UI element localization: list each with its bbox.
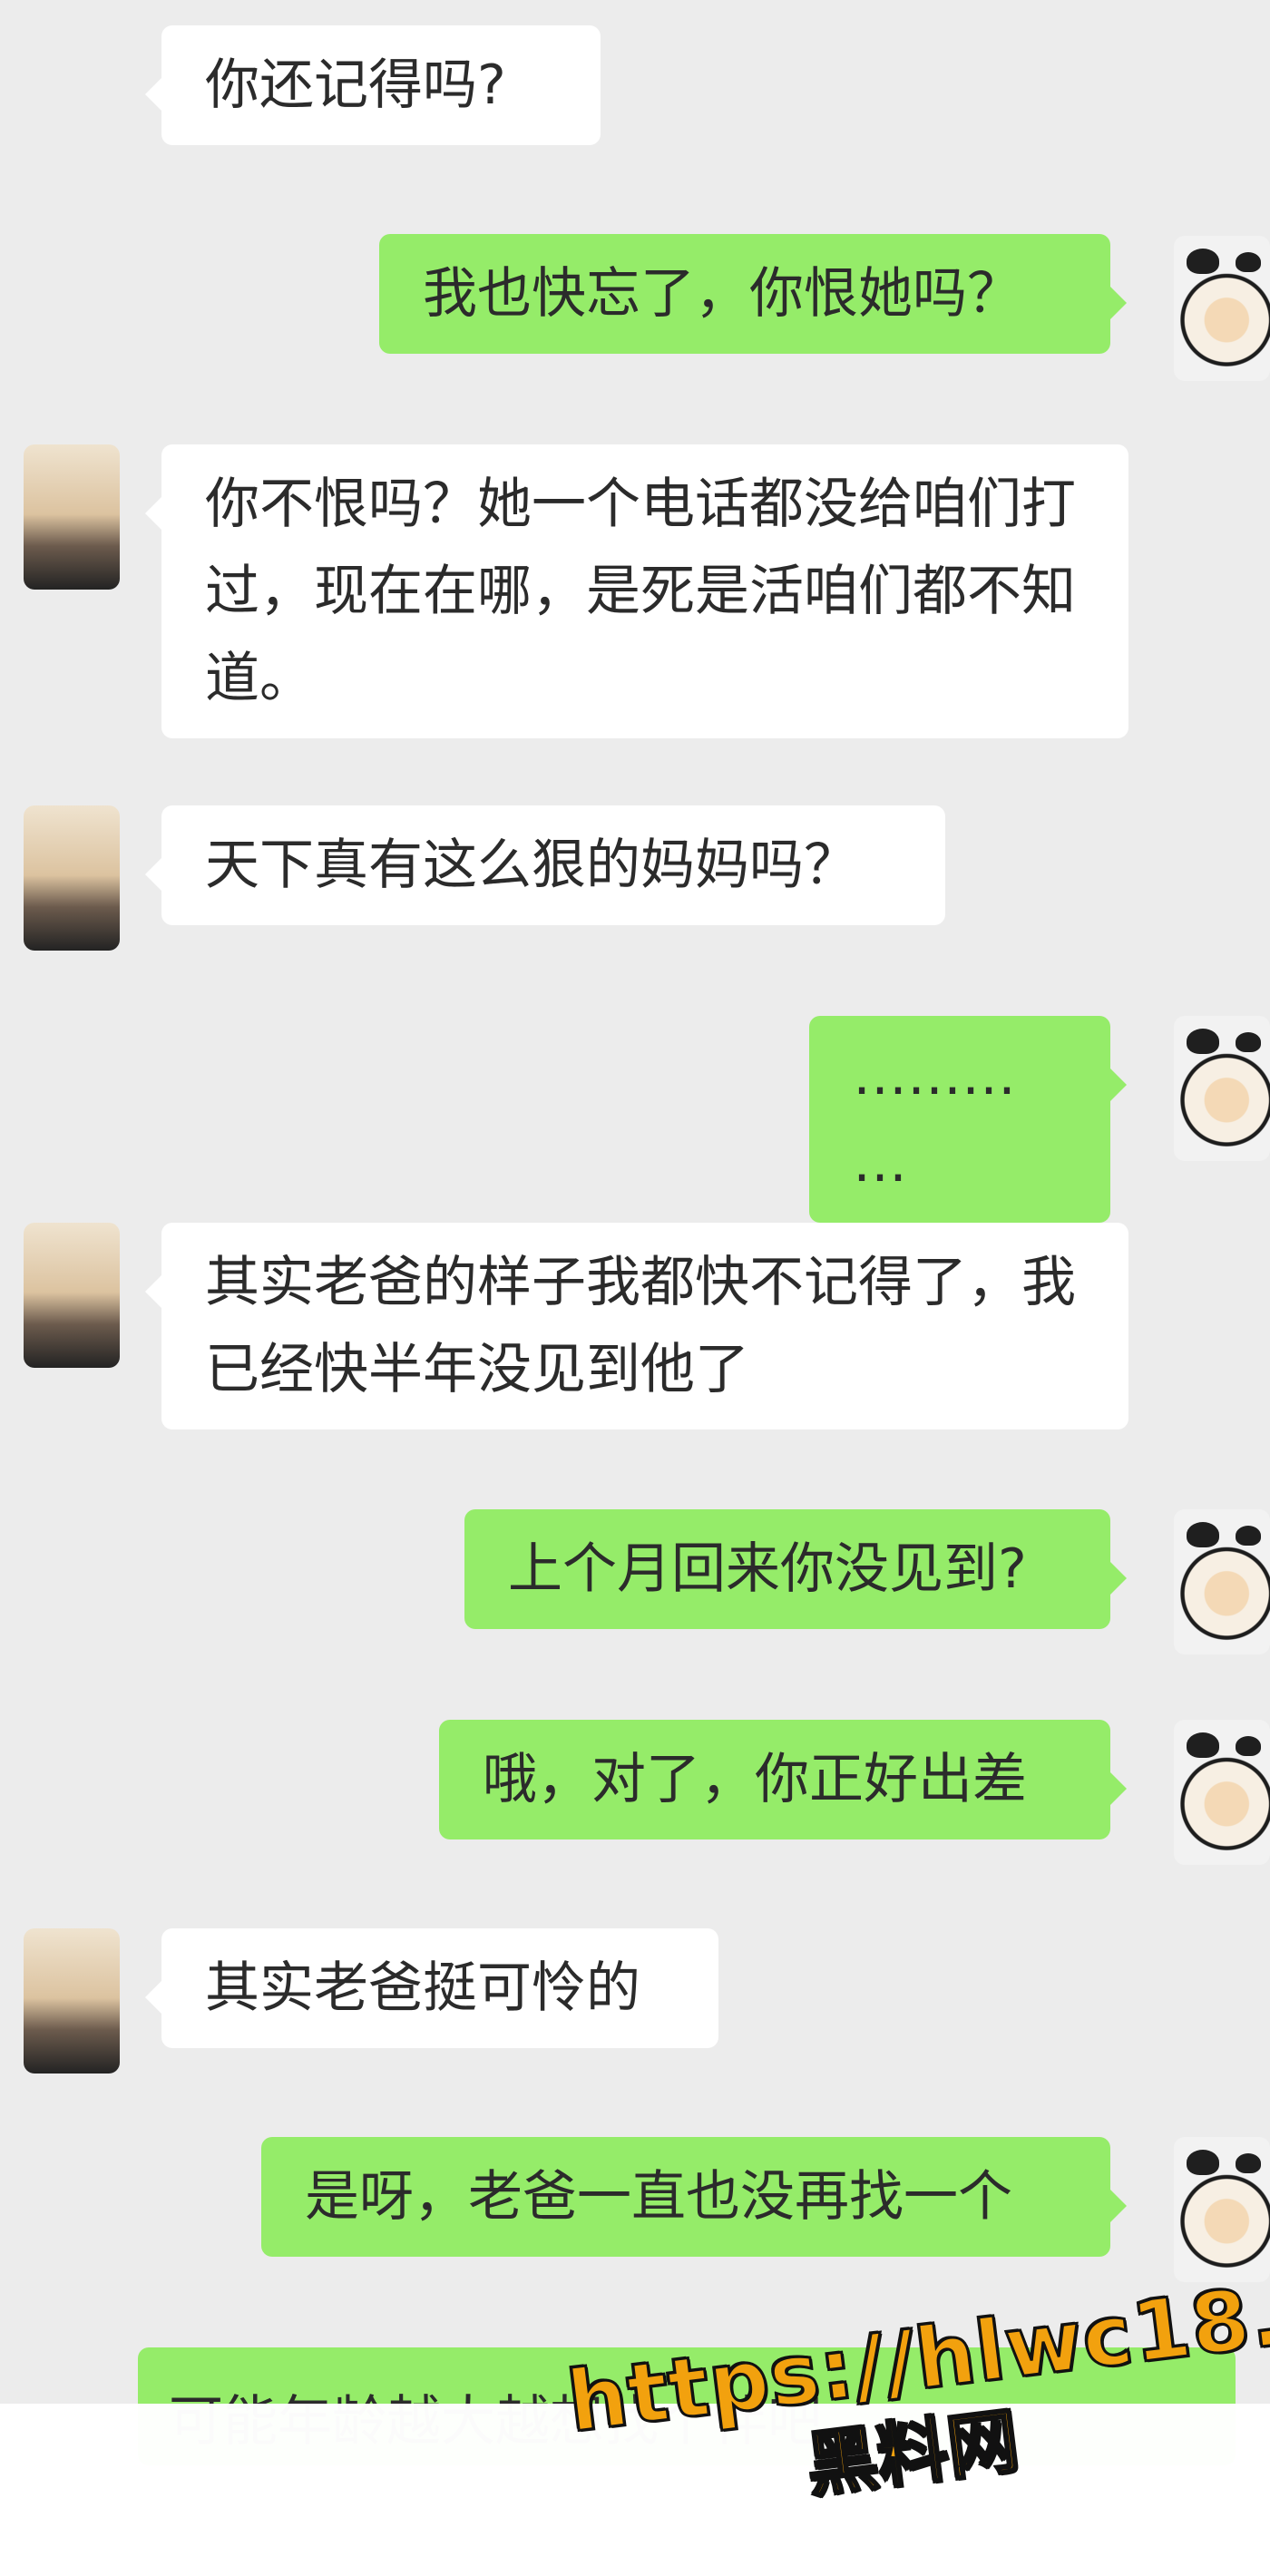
message-text: ………… [853, 1044, 1016, 1195]
message-bubble[interactable]: ………… [809, 1016, 1127, 1223]
message-text: 哦，对了，你正好出差 [483, 1748, 1027, 1811]
message-bubble[interactable]: 其实老爸的样子我都快不记得了，我已经快半年没见到他了 [145, 1223, 1128, 1429]
message-bubble[interactable]: 我也快忘了，你恨她吗？ [379, 234, 1127, 354]
message-text: 天下真有这么狠的妈妈吗？ [205, 834, 858, 897]
self-avatar[interactable] [1174, 1509, 1270, 1654]
message-bubble[interactable]: 你还记得吗? [145, 25, 601, 145]
message-bubble[interactable]: 哦，对了，你正好出差 [439, 1720, 1127, 1839]
self-avatar[interactable] [1174, 1720, 1270, 1865]
message-text: 是呀，老爸一直也没再找一个 [305, 2165, 1012, 2229]
message-text: 我也快忘了，你恨她吗？ [423, 262, 1021, 326]
message-text: 上个月回来你没见到? [508, 1537, 1027, 1601]
message-bubble[interactable]: 是呀，老爸一直也没再找一个 [261, 2137, 1127, 2257]
message-bubble[interactable]: 天下真有这么狠的妈妈吗？ [145, 805, 945, 925]
message-bubble[interactable]: 其实老爸挺可怜的 [145, 1928, 718, 2048]
message-text: 你不恨吗？她一个电话都没给咱们打过，现在在哪，是死是活咱们都不知道。 [205, 473, 1076, 710]
self-avatar[interactable] [1174, 236, 1270, 381]
contact-avatar[interactable] [24, 1223, 120, 1368]
self-avatar[interactable] [1174, 2137, 1270, 2282]
message-bubble[interactable]: 你不恨吗？她一个电话都没给咱们打过，现在在哪，是死是活咱们都不知道。 [145, 444, 1128, 738]
message-text: 其实老爸挺可怜的 [205, 1956, 640, 2020]
message-bubble[interactable]: 上个月回来你没见到? [464, 1509, 1127, 1629]
message-text: 其实老爸的样子我都快不记得了，我已经快半年没见到他了 [205, 1251, 1076, 1401]
contact-avatar[interactable] [24, 1928, 120, 2073]
self-avatar[interactable] [1174, 1016, 1270, 1161]
chat-screen: 你还记得吗? 我也快忘了，你恨她吗？ 你不恨吗？她一个电话都没给咱们打过，现在在… [0, 0, 1270, 2576]
contact-avatar[interactable] [24, 805, 120, 951]
message-text: 你还记得吗? [205, 54, 506, 117]
contact-avatar[interactable] [24, 444, 120, 590]
